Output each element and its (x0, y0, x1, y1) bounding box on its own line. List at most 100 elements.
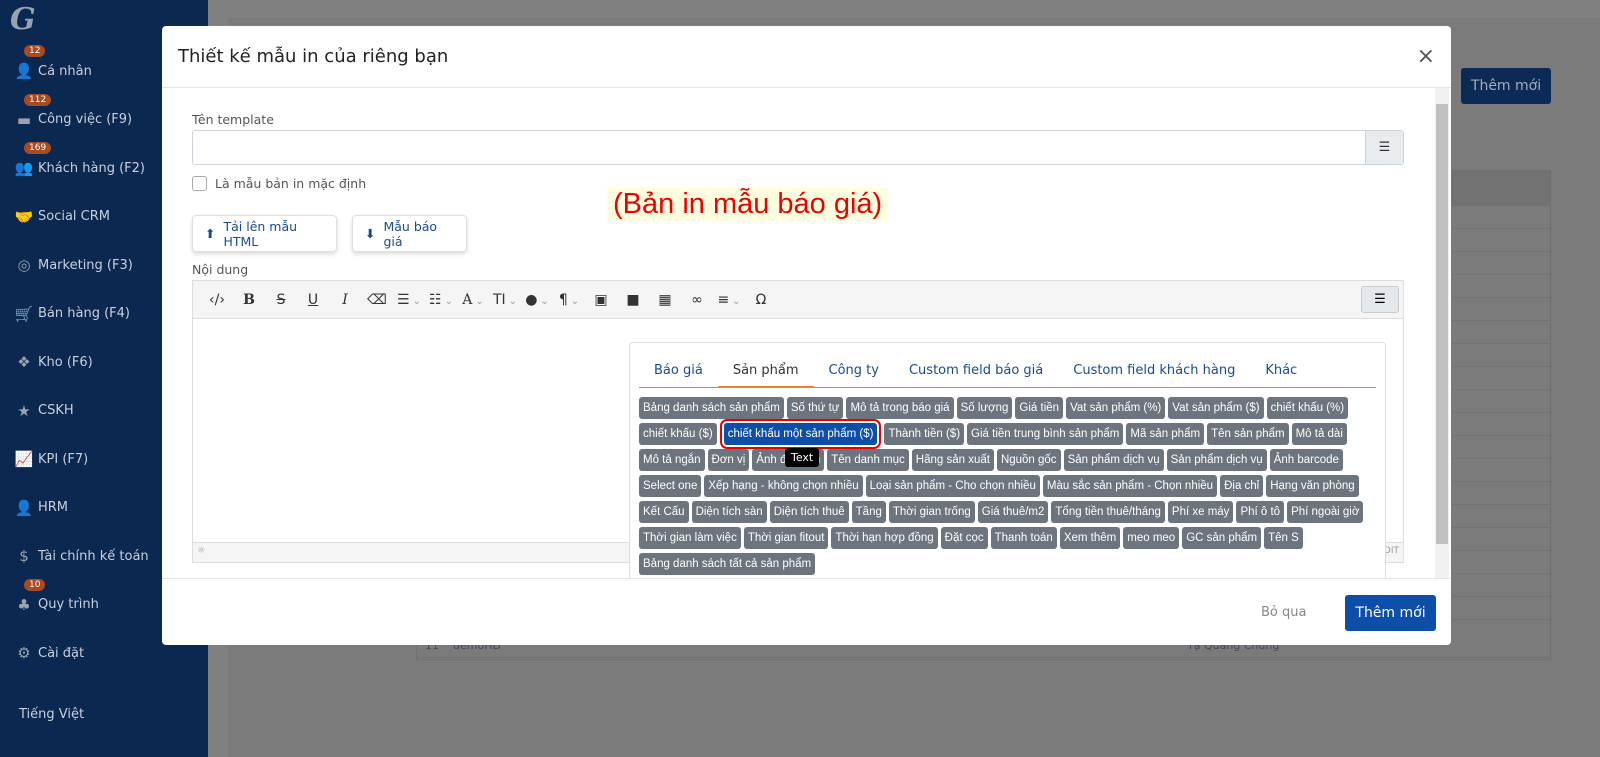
field-chip[interactable]: Phí ngoài giờ (1287, 501, 1364, 523)
sidebar-item[interactable]: ❖ Kho (F6) (14, 350, 92, 374)
scrollbar-thumb[interactable] (1436, 104, 1448, 544)
italic-icon[interactable]: I (329, 292, 361, 308)
field-chip[interactable]: Xem thêm (1059, 527, 1121, 549)
default-checkbox[interactable] (192, 176, 207, 191)
underline-icon[interactable]: U (297, 292, 329, 308)
list-icon[interactable]: ☰ (1365, 131, 1403, 164)
scrollbar[interactable] (1435, 88, 1449, 578)
field-chip[interactable]: Select one (639, 475, 702, 497)
field-chip[interactable]: Tổng tiền thuê/tháng (1051, 501, 1165, 523)
field-chip[interactable]: chiết khấu một sản phẩm ($) (719, 419, 882, 449)
sidebar-item[interactable]: 🤝 Social CRM (14, 205, 110, 229)
field-chip[interactable]: Phí xe máy (1167, 501, 1234, 523)
template-name-input[interactable]: ☰ (192, 130, 1404, 165)
field-chip[interactable]: Mô tả ngắn (639, 449, 705, 471)
field-chip[interactable]: Ảnh barcode (1269, 449, 1343, 471)
tab[interactable]: Khác (1250, 353, 1312, 388)
fields-list-icon[interactable]: ☰ (1361, 286, 1399, 313)
sidebar-item[interactable]: 👤 HRM (14, 496, 68, 520)
field-chip[interactable]: Mô tả dài (1291, 423, 1347, 445)
strikethrough-icon[interactable]: S (265, 292, 297, 308)
field-chip[interactable]: Sản phẩm dịch vụ (1063, 449, 1164, 471)
logo[interactable]: G (10, 2, 36, 37)
language-selector[interactable]: Tiếng Việt (19, 702, 84, 726)
field-chip[interactable]: Giá tiền (1015, 397, 1064, 419)
submit-button[interactable]: Thêm mới (1345, 595, 1436, 631)
video-icon[interactable]: ■ (617, 292, 649, 308)
field-chip[interactable]: Hạng văn phòng (1266, 475, 1359, 497)
field-chip[interactable]: Diện tích sàn (691, 501, 767, 523)
color-icon[interactable]: ● ⌄ (521, 292, 553, 308)
symbol-icon[interactable]: Ω (745, 292, 777, 308)
sidebar-item[interactable]: 👤 Cá nhân 12 (14, 45, 92, 83)
tab[interactable]: Sản phẩm (717, 353, 814, 388)
field-chip[interactable]: Xếp hạng - không chọn nhiều (704, 475, 863, 497)
tab[interactable]: Công ty (814, 353, 894, 388)
field-chip[interactable]: Tầng (851, 501, 886, 523)
table-icon[interactable]: ▦ (649, 292, 681, 308)
numbered-list-icon[interactable]: ☷ ⌄ (425, 292, 457, 308)
tab[interactable]: Custom field khách hàng (1058, 353, 1250, 388)
cancel-button[interactable]: Bỏ qua (1261, 605, 1306, 620)
field-chip[interactable]: chiết khấu ($) (639, 423, 717, 445)
field-chip[interactable]: Vat sản phẩm ($) (1168, 397, 1264, 419)
close-icon[interactable]: × (1417, 44, 1435, 69)
sidebar-item[interactable]: ⚙ Cài đặt (14, 641, 84, 665)
field-chip[interactable]: Thời gian trống (888, 501, 975, 523)
field-chip[interactable]: Mã sản phẩm (1126, 423, 1205, 445)
field-chip[interactable]: Hãng sản xuất (911, 449, 994, 471)
field-chip[interactable]: Thời gian fitout (743, 527, 829, 549)
paragraph-icon[interactable]: ¶ ⌄ (553, 292, 585, 308)
field-chip[interactable]: Địa chỉ (1220, 475, 1264, 497)
font-icon[interactable]: A ⌄ (457, 292, 489, 308)
field-chip[interactable]: Tên sản phẩm (1207, 423, 1289, 445)
field-chip[interactable]: Phí ô tô (1236, 501, 1285, 523)
field-chip[interactable]: Thời gian làm việc (639, 527, 741, 549)
field-chip[interactable]: chiết khấu (%) (1266, 397, 1349, 419)
sample-quote-button[interactable]: ⬇ Mẫu báo giá (352, 215, 467, 252)
field-chip[interactable]: Bảng danh sách tất cả sản phẩm (639, 553, 816, 575)
field-chip[interactable]: meo meo (1123, 527, 1180, 549)
bold-icon[interactable]: B (233, 292, 265, 308)
field-chip[interactable]: Số thứ tự (786, 397, 844, 419)
bullseye-icon: ◎ (17, 256, 31, 274)
tab[interactable]: Custom field báo giá (894, 353, 1058, 388)
upload-html-button[interactable]: ⬆ Tải lên mẫu HTML (192, 215, 337, 252)
field-chip[interactable]: GC sản phẩm (1182, 527, 1262, 549)
sidebar-item[interactable]: 📈 KPI (F7) (14, 447, 89, 471)
eraser-icon[interactable]: ⌫ (361, 292, 393, 308)
field-chip[interactable]: Loại sản phẩm - Cho chọn nhiều (865, 475, 1040, 497)
field-chip[interactable]: Giá tiền trung bình sản phẩm (967, 423, 1124, 445)
field-chip[interactable]: Tên S (1264, 527, 1303, 549)
field-chip[interactable]: Màu sắc sản phẩm - Chọn nhiều (1042, 475, 1218, 497)
link-icon[interactable]: ∞ (681, 292, 713, 308)
sidebar-item[interactable]: ♣ Quy trình 10 (14, 578, 99, 617)
field-chip[interactable]: Số lượng (956, 397, 1013, 419)
field-chip[interactable]: Thời hạn hợp đồng (831, 527, 938, 549)
field-chip[interactable]: Giá thuê/m2 (977, 501, 1049, 523)
field-chip[interactable]: Diện tích thuê (769, 501, 849, 523)
field-chip[interactable]: Nguồn gốc (996, 449, 1061, 471)
sidebar-item[interactable]: ◎ Marketing (F3) (14, 253, 132, 277)
font-size-icon[interactable]: TI ⌄ (489, 292, 521, 308)
field-chip[interactable]: Mô tả trong báo giá (846, 397, 954, 419)
sidebar-item[interactable]: 👥 Khách hàng (F2) 169 (14, 142, 145, 180)
field-chip[interactable]: Kết Cấu (639, 501, 689, 523)
field-chip[interactable]: Thành tiền ($) (884, 423, 965, 445)
field-chip[interactable]: Thanh toán (990, 527, 1057, 549)
bullet-list-icon[interactable]: ☰ ⌄ (393, 292, 425, 308)
field-chip[interactable]: Đặt cọc (940, 527, 988, 549)
sidebar-item[interactable]: ▬ Công việc (F9) 112 (14, 93, 132, 132)
sidebar-item[interactable]: ★ CSKH (14, 399, 73, 423)
tab[interactable]: Báo giá (639, 353, 718, 388)
field-chip[interactable]: Tên danh mục (827, 449, 909, 471)
image-icon[interactable]: ▣ (585, 292, 617, 308)
align-icon[interactable]: ≡ ⌄ (713, 292, 745, 308)
code-view-icon[interactable]: ‹/› (201, 292, 233, 308)
field-chip[interactable]: Vat sản phẩm (%) (1066, 397, 1166, 419)
sidebar-item[interactable]: $ Tài chính kế toán (14, 544, 148, 568)
sidebar-item[interactable]: 🛒 Bán hàng (F4) (14, 302, 130, 326)
field-chip[interactable]: Sản phẩm dịch vụ (1166, 449, 1267, 471)
field-chip[interactable]: Đơn vị (707, 449, 750, 471)
field-chip[interactable]: Bảng danh sách sản phẩm (639, 397, 784, 419)
